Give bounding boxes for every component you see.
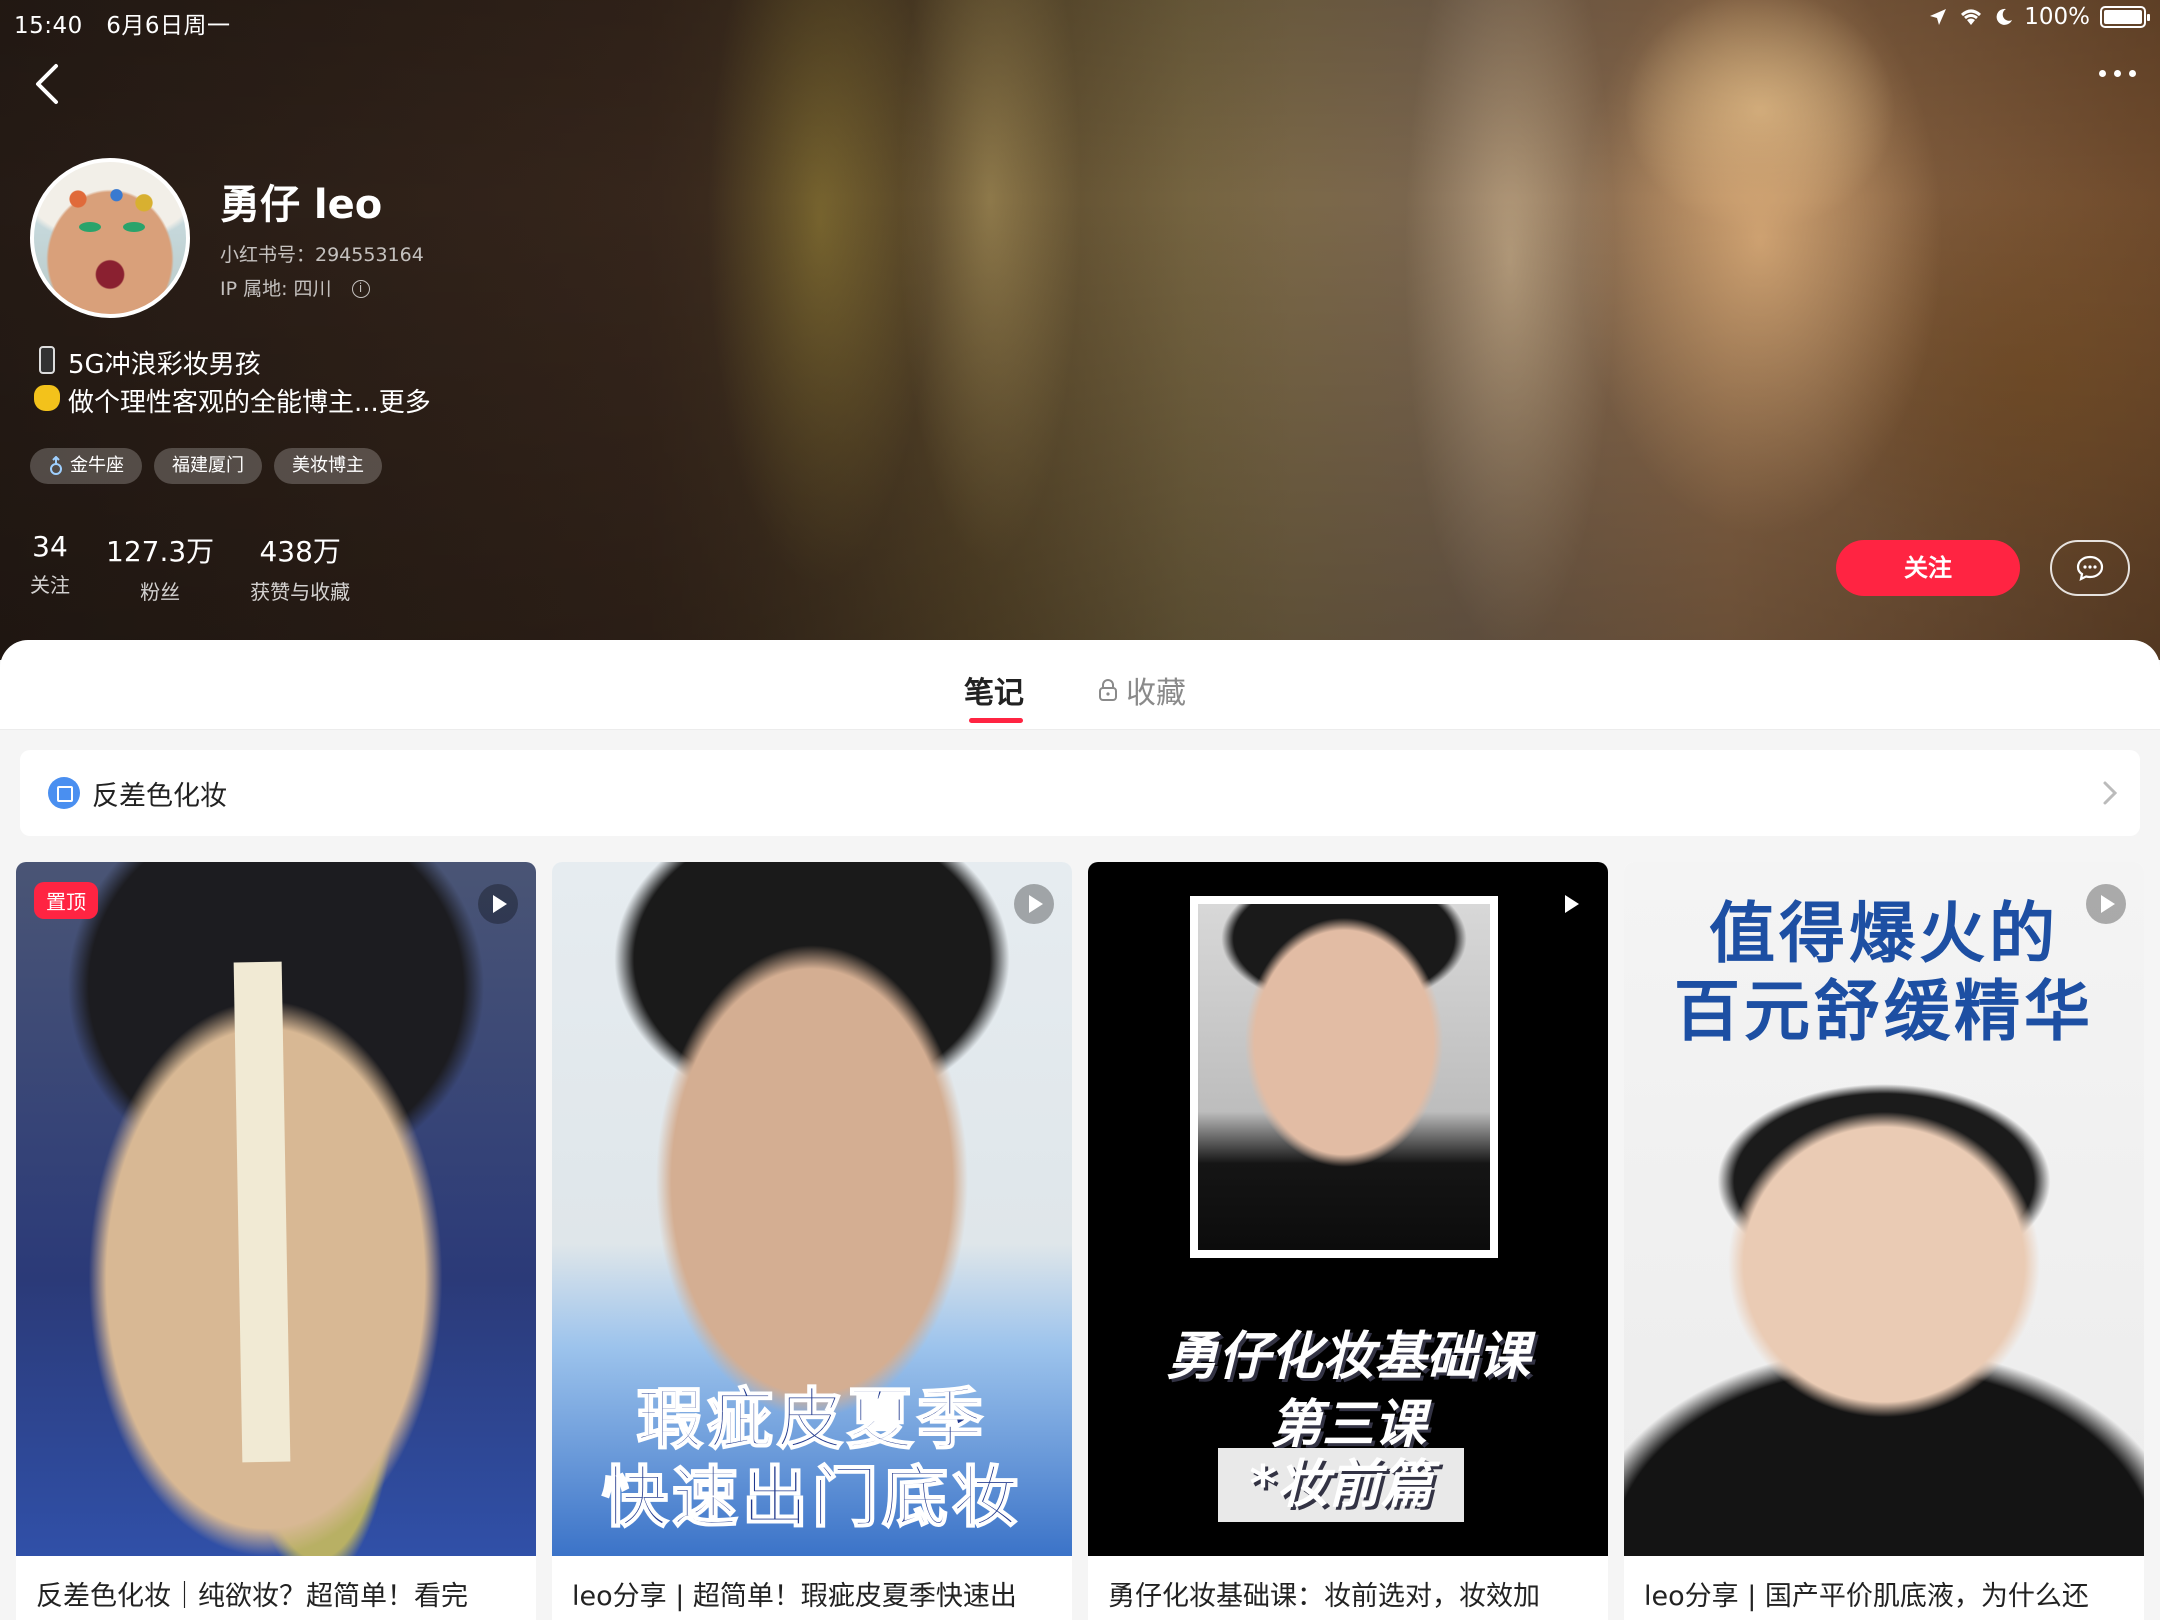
avatar[interactable] [30,158,190,318]
tag-zodiac[interactable]: 金牛座 [30,448,142,484]
cover-text-line: 第三课 [1269,1395,1426,1455]
stat-label: 关注 [30,573,70,597]
lock-icon [1099,679,1117,701]
phone-emoji-icon [32,346,62,385]
status-time-date: 15:40 6月6日周一 [14,6,231,40]
stat-followers[interactable]: 127.3万 粉丝 [106,530,214,605]
note-cover: 值得爆火的 百元舒缓精华 [1624,862,2144,1556]
bio-text-1: 5G冲浪彩妆男孩 [68,350,261,380]
stat-label: 粉丝 [140,580,181,604]
cover-text-line: 快速出门底妆 [601,1458,1022,1537]
info-icon[interactable]: i [351,280,370,298]
note-cover: 勇仔化妆基础课 第三课 *妆前篇 [1088,862,1608,1556]
message-button[interactable] [2050,540,2130,596]
video-play-icon [478,884,518,924]
ip-location-row: IP 属地: 四川 i [220,272,424,306]
profile-stats: 34 关注 127.3万 粉丝 438万 获赞与收藏 [30,530,350,605]
video-play-icon [1550,884,1590,924]
status-indicators: 100% [1928,4,2150,30]
status-date: 6月6日周一 [106,13,231,39]
tag-location[interactable]: 福建厦门 [154,448,262,484]
cover-text-line: 勇仔化妆基础课 [1165,1327,1530,1387]
tab-notes[interactable]: 笔记 [964,668,1024,723]
note-title: leo分享 | 国产平价肌底液，为什么还 [1644,1581,2089,1612]
profile-meta: 小红书号：294553164 IP 属地: 四川 i [220,238,424,306]
tag-label: 福建厦门 [172,455,244,476]
bio-text-2: 做个理性客观的全能博主...更多 [68,388,431,418]
note-title: 反差色化妆｜纯欲妆？超简单！看完 [36,1581,468,1612]
profile-tags: 金牛座 福建厦门 美妆博主 [30,448,382,484]
pinned-badge: 置顶 [34,882,98,919]
collection-row[interactable]: 反差色化妆 [20,750,2140,836]
tag-label: 美妆博主 [292,455,364,476]
stat-following[interactable]: 34 关注 [30,530,70,605]
male-icon [50,456,62,475]
cover-text-line: 百元舒缓精华 [1674,973,2094,1050]
note-cover: 瑕疵皮夏季 快速出门底妆 [552,862,1072,1556]
collection-title: 反差色化妆 [92,780,227,812]
stat-value: 34 [32,530,68,563]
stat-value: 127.3万 [106,535,215,568]
fist-emoji-icon [32,385,62,422]
stat-value: 438万 [259,535,341,568]
chat-bubble-icon [2076,555,2104,581]
note-card[interactable]: 置顶 反差色化妆｜纯欲妆？超简单！看完 [16,862,536,1620]
more-options-icon[interactable] [2099,70,2136,77]
note-card[interactable]: 值得爆火的 百元舒缓精华 leo分享 | 国产平价肌底液，为什么还 [1624,862,2144,1620]
battery-icon [2100,6,2150,28]
tag-category[interactable]: 美妆博主 [274,448,382,484]
note-card[interactable]: 勇仔化妆基础课 第三课 *妆前篇 勇仔化妆基础课：妆前选对，妆效加 [1088,862,1608,1620]
note-title: 勇仔化妆基础课：妆前选对，妆效加 [1108,1581,1540,1612]
video-play-icon [2086,884,2126,924]
collection-icon [48,777,80,809]
bio-line: 做个理性客观的全能博主...更多 [32,385,431,422]
tab-collections[interactable]: 收藏 [1098,668,1186,712]
battery-percent: 100% [2024,4,2090,30]
stat-likes-collects[interactable]: 438万 获赞与收藏 [250,530,350,605]
note-card[interactable]: 瑕疵皮夏季 快速出门底妆 leo分享 | 超简单！瑕疵皮夏季快速出 [552,862,1072,1620]
stat-label: 获赞与收藏 [250,580,351,604]
chevron-right-icon [2103,781,2118,805]
moon-icon [1996,8,2013,25]
content-tabbar: 笔记 收藏 [0,640,2160,730]
status-time: 15:40 [14,13,83,39]
video-play-icon [1014,884,1054,924]
bio[interactable]: 5G冲浪彩妆男孩 做个理性客观的全能博主...更多 [32,346,431,422]
note-cover [16,862,536,1556]
follow-button[interactable]: 关注 [1836,540,2020,596]
cover-photo-frame [1190,896,1498,1258]
red-id: 小红书号：294553164 [220,244,424,266]
back-icon[interactable] [28,60,68,108]
bio-line: 5G冲浪彩妆男孩 [32,346,431,385]
wifi-icon [1961,9,1982,25]
tab-collections-label: 收藏 [1126,676,1186,711]
tag-label: 金牛座 [70,455,124,476]
cover-text-line: *妆前篇 [1218,1448,1464,1522]
ip-location: IP 属地: 四川 [220,278,332,300]
location-arrow-icon [1930,9,1947,25]
profile-name: 勇仔 leo [220,182,383,228]
note-title: leo分享 | 超简单！瑕疵皮夏季快速出 [572,1581,1017,1612]
